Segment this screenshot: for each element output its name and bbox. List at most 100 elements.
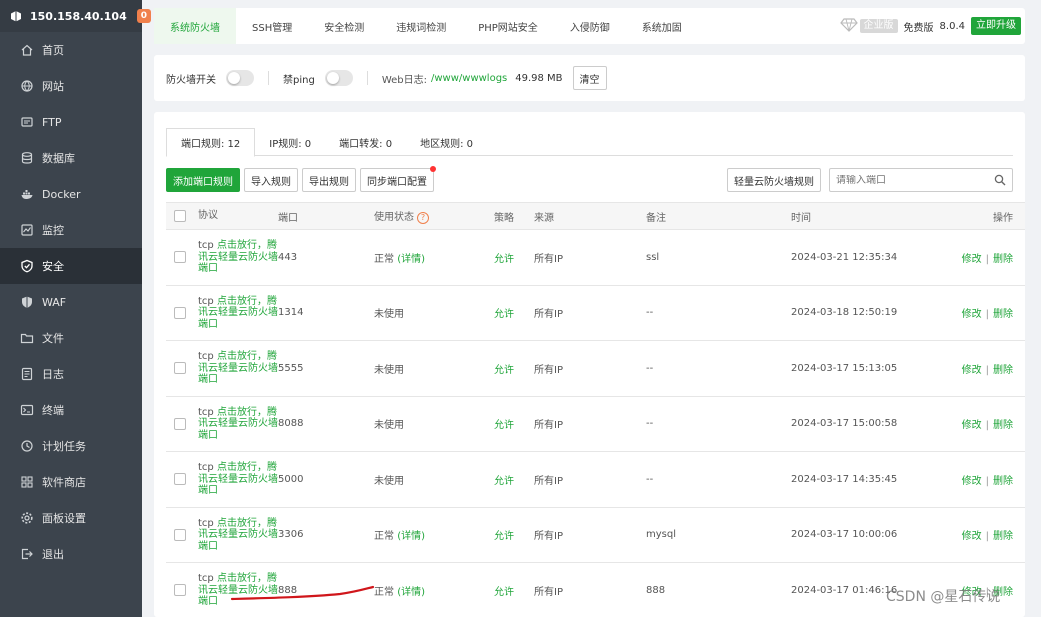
sidebar-item-label: 软件商店 (42, 476, 86, 489)
ops-separator: | (985, 420, 989, 432)
help-icon[interactable]: ? (417, 212, 429, 224)
notification-badge[interactable]: 0 (136, 9, 151, 23)
sidebar-item-13[interactable]: 软件商店 (0, 464, 142, 500)
add-port-rule-button[interactable]: 添加端口规则 (166, 168, 240, 192)
search-icon[interactable] (988, 174, 1012, 186)
edit-link[interactable]: 修改 (962, 476, 982, 487)
delete-link[interactable]: 删除 (993, 476, 1013, 487)
sidebar-item-11[interactable]: 终端 (0, 392, 142, 428)
upgrade-button[interactable]: 立即升级 (971, 17, 1021, 35)
row-checkbox[interactable] (174, 362, 186, 375)
free-edition-label: 免费版 (903, 22, 934, 34)
port-cell: 3306 (278, 529, 304, 541)
policy-cell: 允许 (494, 586, 514, 598)
header-policy[interactable]: 策略 (494, 209, 534, 224)
header-remark[interactable]: 备注 (646, 209, 791, 224)
sidebar-item-2[interactable]: 网站 (0, 68, 142, 104)
nav-tab-3[interactable]: 安全检测 (308, 8, 380, 44)
status-text: 正常 (374, 531, 394, 543)
header-time[interactable]: 时间 (791, 209, 951, 224)
weblog-path-link[interactable]: /www/wwwlogs (431, 73, 507, 84)
delete-link[interactable]: 删除 (993, 365, 1013, 376)
header-protocol[interactable]: 协议 (198, 210, 278, 222)
sidebar: 150.158.40.104 0 首页网站 FTP 数据库 Docker 监控 安全 WAF… (0, 0, 151, 617)
globe-icon (20, 79, 34, 93)
row-checkbox[interactable] (174, 528, 186, 541)
export-rules-button[interactable]: 导出规则 (302, 168, 356, 192)
nav-tab-7[interactable]: 系统加固 (626, 8, 698, 44)
version-number: 8.0.4 (939, 20, 965, 32)
status-detail-link[interactable]: (详情) (397, 254, 425, 265)
red-annotation-stroke (230, 585, 375, 601)
port-search-input[interactable] (830, 174, 988, 186)
firewall-settings-bar: 防火墙开关 禁ping Web日志: /www/wwwlogs 49.98 MB… (154, 55, 1025, 101)
sync-port-config-button[interactable]: 同步端口配置 (360, 166, 436, 192)
edit-link[interactable]: 修改 (962, 420, 982, 431)
nav-tab-6[interactable]: 入侵防御 (554, 8, 626, 44)
edit-link[interactable]: 修改 (962, 365, 982, 376)
tencent-firewall-rules-button[interactable]: 轻量云防火墙规则 (727, 168, 821, 192)
nav-tab-1[interactable]: 系统防火墙 (154, 8, 236, 44)
status-text: 未使用 (374, 475, 404, 487)
import-rules-button[interactable]: 导入规则 (244, 168, 298, 192)
sidebar-item-label: WAF (42, 295, 67, 309)
gear-icon (20, 511, 34, 525)
sidebar-item-label: 网站 (42, 80, 64, 93)
protocol-text: tcp (198, 406, 214, 418)
status-cell: 未使用 (374, 361, 494, 376)
sidebar-item-10[interactable]: 日志 (0, 356, 142, 392)
ops-separator: | (985, 364, 989, 376)
delete-link[interactable]: 删除 (993, 309, 1013, 320)
nav-tab-4[interactable]: 违规词检测 (380, 8, 462, 44)
sidebar-item-6[interactable]: 监控 (0, 212, 142, 248)
delete-link[interactable]: 删除 (993, 531, 1013, 542)
sidebar-item-12[interactable]: 计划任务 (0, 428, 142, 464)
sidebar-item-4[interactable]: 数据库 (0, 140, 142, 176)
port-cell: 8088 (278, 418, 304, 430)
operations-cell: 修改 | 删除 (951, 472, 1013, 487)
subtab-3[interactable]: 端口转发: 0 (325, 128, 406, 156)
row-checkbox[interactable] (174, 251, 186, 264)
sidebar-item-label: 面板设置 (42, 512, 86, 525)
edit-link[interactable]: 修改 (962, 309, 982, 320)
subtab-4[interactable]: 地区规则: 0 (406, 128, 487, 156)
edit-link[interactable]: 修改 (962, 254, 982, 265)
clear-log-button[interactable]: 清空 (572, 66, 607, 90)
table-row: tcp 点击放行，腾讯云轻量云防火墙端口 1314 未使用 允许 所有IP -- 2024-… (166, 286, 1025, 341)
row-checkbox[interactable] (174, 417, 186, 430)
header-port[interactable]: 端口 (278, 209, 374, 224)
status-detail-link[interactable]: (详情) (397, 587, 425, 598)
sidebar-item-9[interactable]: 文件 (0, 320, 142, 356)
protocol-cell: tcp 点击放行，腾讯云轻量云防火墙端口 (198, 351, 278, 386)
policy-cell: 允许 (494, 364, 514, 376)
sidebar-item-14[interactable]: 面板设置 (0, 500, 142, 536)
edit-link[interactable]: 修改 (962, 531, 982, 542)
sidebar-item-15[interactable]: 退出 (0, 536, 142, 572)
server-header[interactable]: 150.158.40.104 0 (0, 0, 151, 32)
row-checkbox[interactable] (174, 473, 186, 486)
sidebar-item-1[interactable]: 首页 (0, 32, 142, 68)
sidebar-item-8[interactable]: WAF (0, 284, 142, 320)
subtab-2[interactable]: IP规则: 0 (255, 128, 325, 156)
home-icon (20, 43, 34, 57)
sidebar-item-7[interactable]: 安全 (0, 248, 142, 284)
protocol-text: tcp (198, 295, 214, 307)
firewall-toggle[interactable] (226, 70, 254, 86)
table-row: tcp 点击放行，腾讯云轻量云防火墙端口 8088 未使用 允许 所有IP -- 2024-… (166, 397, 1025, 452)
row-checkbox[interactable] (174, 584, 186, 597)
row-checkbox[interactable] (174, 306, 186, 319)
header-source[interactable]: 来源 (534, 209, 646, 224)
delete-link[interactable]: 删除 (993, 254, 1013, 265)
ping-toggle[interactable] (324, 70, 353, 86)
enterprise-edition-label[interactable]: 企业版 (859, 19, 898, 33)
sidebar-item-3[interactable]: FTP (0, 104, 142, 140)
select-all-checkbox[interactable] (174, 210, 186, 222)
nav-tab-2[interactable]: SSH管理 (236, 8, 308, 44)
security-top-nav: 系统防火墙 SSH管理 安全检测 违规词检测 PHP网站安全 入侵防御 系统加固 企业版 免… (154, 8, 1025, 44)
nav-tab-5[interactable]: PHP网站安全 (462, 8, 554, 44)
status-detail-link[interactable]: (详情) (397, 531, 425, 542)
sidebar-item-5[interactable]: Docker (0, 176, 142, 212)
subtab-1[interactable]: 端口规则: 12 (166, 128, 256, 157)
delete-link[interactable]: 删除 (993, 420, 1013, 431)
weblog-size: 49.98 MB (515, 72, 563, 84)
